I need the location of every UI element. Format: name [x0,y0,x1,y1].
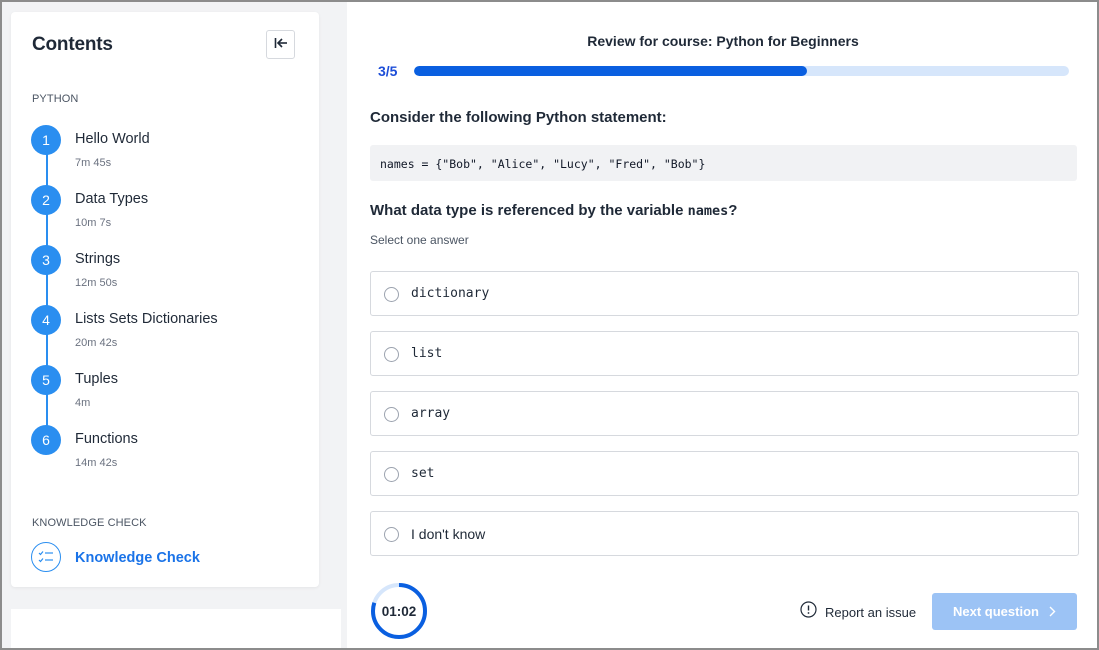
answer-option[interactable]: set [370,451,1079,496]
app-window: Contents PYTHON 1 Hello World 7m 45s 2 D… [0,0,1099,650]
lesson-item[interactable]: 5 Tuples 4m [31,365,311,421]
lesson-duration: 12m 50s [75,277,118,289]
progress-bar-fill [414,66,807,76]
answer-option-label: dictionary [411,286,490,301]
sidebar-footer-panel [11,609,341,648]
lesson-item[interactable]: 1 Hello World 7m 45s [31,125,311,181]
lesson-number: 1 [31,125,61,155]
answer-option[interactable]: I don't know [370,511,1079,556]
collapse-left-icon [274,36,288,54]
question-prompt-code: names [687,203,729,219]
lesson-duration: 20m 42s [75,337,118,349]
review-title: Review for course: Python for Beginners [587,33,859,49]
radio-button[interactable] [384,527,399,542]
progress-bar [414,66,1069,76]
next-question-label: Next question [953,604,1039,619]
lesson-number: 4 [31,305,61,335]
lesson-duration: 10m 7s [75,217,112,229]
lesson-duration: 7m 45s [75,157,112,169]
answer-option[interactable]: dictionary [370,271,1079,316]
knowledge-check-label: Knowledge Check [75,550,200,566]
lesson-item[interactable]: 3 Strings 12m 50s [31,245,311,301]
sidebar-title: Contents [32,34,113,55]
report-issue-label: Report an issue [825,604,917,620]
question-prompt-text: What data type is referenced by the vari… [370,202,688,219]
lesson-title: Functions [75,431,138,447]
answer-option-label: I don't know [411,526,486,542]
checklist-icon [31,542,61,572]
report-issue-link[interactable]: Report an issue [800,601,917,623]
radio-button[interactable] [384,407,399,422]
radio-button[interactable] [384,467,399,482]
lesson-number: 3 [31,245,61,275]
lesson-title: Data Types [75,191,149,207]
progress-label: 3/5 [378,63,398,79]
lesson-item[interactable]: 4 Lists Sets Dictionaries 20m 42s [31,305,311,361]
select-hint: Select one answer [370,233,469,247]
section-label-python: PYTHON [32,93,79,105]
radio-button[interactable] [384,347,399,362]
answer-option-label: list [411,346,443,361]
lesson-number: 5 [31,365,61,395]
lesson-duration: 14m 42s [75,457,118,469]
chevron-right-icon [1049,606,1056,617]
radio-button[interactable] [384,287,399,302]
info-icon [800,601,817,623]
lesson-duration: 4m [75,397,91,409]
answer-option[interactable]: array [370,391,1079,436]
lesson-title: Tuples [75,371,118,387]
knowledge-check-item[interactable]: Knowledge Check [31,542,231,574]
lesson-number: 6 [31,425,61,455]
lesson-title: Strings [75,251,121,267]
contents-sidebar: Contents PYTHON 1 Hello World 7m 45s 2 D… [11,12,319,587]
countdown-timer: 01:02 [370,582,428,640]
collapse-sidebar-button[interactable] [266,30,295,59]
question-prompt: What data type is referenced by the vari… [370,202,737,219]
lesson-title: Lists Sets Dictionaries [75,311,218,327]
timer-value: 01:02 [381,603,417,619]
section-label-knowledge-check: KNOWLEDGE CHECK [32,517,147,529]
question-prompt-end: ? [728,202,738,219]
code-snippet: names = {"Bob", "Alice", "Lucy", "Fred",… [370,145,1077,181]
review-panel: Review for course: Python for Beginners … [347,2,1097,648]
lesson-title: Hello World [75,131,150,147]
lesson-number: 2 [31,185,61,215]
lesson-item[interactable]: 2 Data Types 10m 7s [31,185,311,241]
answer-option-label: set [411,466,435,481]
answer-option[interactable]: list [370,331,1079,376]
next-question-button[interactable]: Next question [932,593,1077,630]
lesson-item[interactable]: 6 Functions 14m 42s [31,425,311,481]
answer-option-label: array [411,406,451,421]
question-intro: Consider the following Python statement: [370,109,667,126]
